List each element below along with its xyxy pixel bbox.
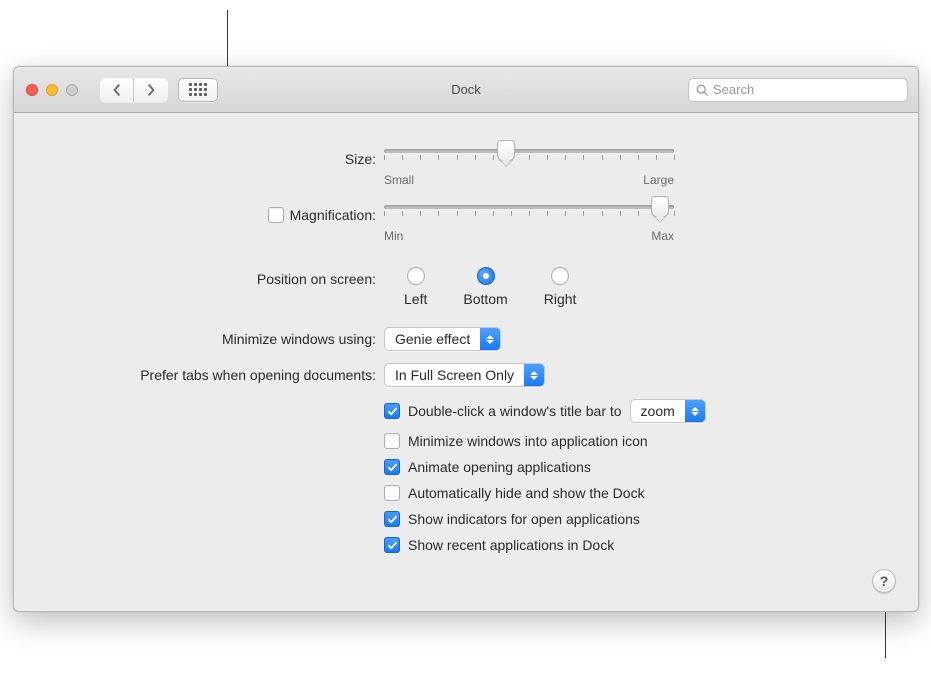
double-click-action-value: zoom	[631, 403, 685, 419]
show-all-button[interactable]	[178, 78, 218, 102]
minimize-effect-popup[interactable]: Genie effect	[384, 327, 501, 351]
indicators-label: Show indicators for open applications	[408, 511, 640, 527]
preferences-window: Dock Size:	[13, 66, 919, 612]
position-radio-group: Left Bottom Right	[404, 267, 576, 307]
size-slider-thumb[interactable]	[497, 140, 515, 162]
minimize-into-icon-checkbox[interactable]	[384, 433, 400, 449]
position-left-radio[interactable]	[407, 267, 425, 285]
recent-apps-label: Show recent applications in Dock	[408, 537, 614, 553]
double-click-action-popup[interactable]: zoom	[630, 399, 706, 423]
popup-arrows-icon	[685, 400, 705, 422]
mag-min-label: Min	[384, 229, 403, 243]
position-label: Position on screen:	[257, 271, 376, 287]
magnification-slider-thumb[interactable]	[651, 196, 669, 218]
prefer-tabs-value: In Full Screen Only	[385, 367, 524, 383]
nav-segmented	[100, 78, 168, 102]
magnification-checkbox[interactable]	[268, 207, 284, 223]
chevron-right-icon	[145, 84, 157, 96]
animate-checkbox[interactable]	[384, 459, 400, 475]
position-left-label: Left	[404, 291, 427, 307]
magnification-slider[interactable]	[384, 205, 674, 217]
minimize-button[interactable]	[46, 84, 58, 96]
zoom-window-button[interactable]	[66, 84, 78, 96]
search-input[interactable]	[713, 82, 901, 97]
prefer-tabs-popup[interactable]: In Full Screen Only	[384, 363, 545, 387]
recent-apps-checkbox[interactable]	[384, 537, 400, 553]
popup-arrows-icon	[480, 328, 500, 350]
animate-label: Animate opening applications	[408, 459, 591, 475]
size-max-label: Large	[643, 173, 674, 187]
window-controls	[26, 84, 78, 96]
position-bottom-label: Bottom	[463, 291, 507, 307]
position-right-label: Right	[544, 291, 577, 307]
help-button[interactable]: ?	[872, 569, 896, 593]
mag-max-label: Max	[651, 229, 674, 243]
autohide-label: Automatically hide and show the Dock	[408, 485, 645, 501]
chevron-left-icon	[111, 84, 123, 96]
size-min-label: Small	[384, 173, 414, 187]
minimize-into-icon-label: Minimize windows into application icon	[408, 433, 648, 449]
autohide-checkbox[interactable]	[384, 485, 400, 501]
content-area: Size: Small L	[14, 113, 918, 611]
forward-button[interactable]	[134, 78, 168, 102]
size-label: Size:	[345, 151, 376, 167]
magnification-label: Magnification:	[290, 207, 376, 223]
close-button[interactable]	[26, 84, 38, 96]
position-right-radio[interactable]	[551, 267, 569, 285]
popup-arrows-icon	[524, 364, 544, 386]
help-icon: ?	[880, 573, 889, 589]
double-click-label: Double-click a window's title bar to	[408, 403, 622, 419]
grid-icon	[189, 83, 207, 96]
callout-line-top	[227, 10, 228, 68]
position-bottom-radio[interactable]	[477, 267, 495, 285]
minimize-effect-value: Genie effect	[385, 331, 480, 347]
search-field[interactable]	[688, 78, 908, 102]
size-slider[interactable]	[384, 149, 674, 161]
toolbar: Dock	[14, 67, 918, 113]
minimize-using-label: Minimize windows using:	[222, 331, 376, 347]
search-icon	[695, 83, 709, 97]
back-button[interactable]	[100, 78, 134, 102]
indicators-checkbox[interactable]	[384, 511, 400, 527]
double-click-checkbox[interactable]	[384, 403, 400, 419]
prefer-tabs-label: Prefer tabs when opening documents:	[140, 367, 376, 383]
